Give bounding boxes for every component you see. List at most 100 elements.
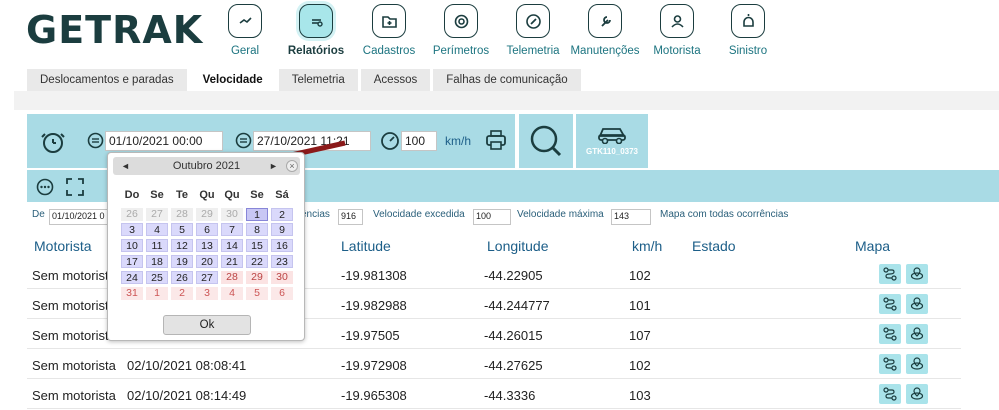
wrench-icon [588,4,622,38]
calendar-day[interactable]: 2 [171,287,193,300]
alarm-clock-icon[interactable] [40,130,66,159]
calendar-day[interactable]: 30 [271,271,293,284]
calendar-day[interactable]: 18 [146,255,168,268]
cell-motorista: Sem motorista [32,328,116,343]
weekday-header: Se [150,189,164,201]
expand-icon[interactable] [65,177,85,202]
calendar-day[interactable]: 30 [221,208,243,221]
tab-velocidade[interactable]: Velocidade [189,69,276,91]
prev-month-button[interactable]: ◄ [121,157,130,175]
calendar-day[interactable]: 6 [271,287,293,300]
weekday-header: Sá [275,189,289,201]
cell-motorista: Sem motorista [32,388,116,403]
nav-label: Perímetros [432,45,490,57]
calendar-day[interactable]: 22 [246,255,268,268]
route-map-button[interactable] [879,384,901,404]
calendar-day[interactable]: 3 [196,287,218,300]
speed-input[interactable]: 100 [401,131,437,151]
search-button[interactable] [519,114,573,168]
calendar-day[interactable]: 29 [196,208,218,221]
nav-sinistro[interactable]: Sinistro [703,4,793,57]
calendar-day[interactable]: 9 [271,223,293,236]
route-map-button[interactable] [879,294,901,314]
calendar-day[interactable]: 28 [221,271,243,284]
tab-acessos[interactable]: Acessos [360,69,431,91]
col-longitude[interactable]: Longitude [487,238,549,254]
weekday-header: Te [175,189,189,201]
calendar-day[interactable]: 20 [196,255,218,268]
tab-telemetria[interactable]: Telemetria [278,69,358,91]
cell-datetime: 02/10/2021 08:08:41 [127,358,247,373]
calendar-day[interactable]: 1 [146,287,168,300]
calendar-day[interactable]: 17 [121,255,143,268]
location-map-button[interactable] [906,294,928,314]
more-options-icon[interactable] [36,178,54,201]
map-icon [910,357,924,370]
col-mapa[interactable]: Mapa [855,238,890,254]
calendar-day[interactable]: 29 [246,271,268,284]
calendar-day[interactable]: 31 [121,287,143,300]
calendar-day[interactable]: 23 [271,255,293,268]
calendar-day[interactable]: 26 [171,271,193,284]
next-month-button[interactable]: ► [269,157,278,175]
calendar-day[interactable]: 27 [196,271,218,284]
calendar-from-icon[interactable] [87,132,104,154]
cell-longitude: -44.26015 [484,328,543,343]
datepicker-popup: ◄ Outubro 2021 ► × Do Se Te Qu Qu Se Sá 26 27 28 2… [107,152,305,341]
tab-falhas[interactable]: Falhas de comunicação [433,69,581,91]
calendar-day[interactable]: 27 [146,208,168,221]
calendar-day[interactable]: 12 [171,239,193,252]
location-map-button[interactable] [906,324,928,344]
calendar-day[interactable]: 15 [246,239,268,252]
getrak-logo[interactable]: GETRAK [26,8,203,52]
calendar-day[interactable]: 14 [221,239,243,252]
calendar-day[interactable]: 21 [221,255,243,268]
cell-kmh: 102 [629,358,651,373]
calendar-day[interactable]: 10 [121,239,143,252]
report-tabs: Deslocamentos e paradas Velocidade Telem… [27,69,581,91]
route-map-button[interactable] [879,324,901,344]
driver-icon [660,4,694,38]
location-map-button[interactable] [906,354,928,374]
nav-label: Sinistro [728,45,768,57]
location-map-button[interactable] [906,264,928,284]
perimeter-icon [444,4,478,38]
calendar-day[interactable]: 5 [246,287,268,300]
calendar-day[interactable]: 28 [171,208,193,221]
nav-label: Motorista [653,45,701,57]
calendar-day[interactable]: 11 [146,239,168,252]
weekday-header: Qu [224,189,240,201]
col-motorista[interactable]: Motorista [34,238,92,254]
calendar-day[interactable]: 25 [146,271,168,284]
tab-deslocamentos[interactable]: Deslocamentos e paradas [27,69,187,91]
calendar-day[interactable]: 1 [246,208,268,221]
calendar-day[interactable]: 3 [121,223,143,236]
calendar-day[interactable]: 7 [221,223,243,236]
search-icon [530,125,562,157]
calendar-day[interactable]: 4 [221,287,243,300]
cell-latitude: -19.982988 [341,298,407,313]
calendar-day[interactable]: 16 [271,239,293,252]
calendar-day[interactable]: 2 [271,208,293,221]
route-map-button[interactable] [879,264,901,284]
date-from-input[interactable]: 01/10/2021 00:00 [105,131,223,151]
calendar-day[interactable]: 4 [146,223,168,236]
cell-latitude: -19.97505 [341,328,400,343]
col-kmh[interactable]: km/h [632,238,662,254]
route-map-button[interactable] [879,354,901,374]
calendar-day[interactable]: 26 [121,208,143,221]
vehicle-button[interactable]: GTK110_0373 [576,114,648,168]
close-icon[interactable]: × [286,160,298,172]
calendar-day[interactable]: 6 [196,223,218,236]
calendar-day[interactable]: 13 [196,239,218,252]
calendar-day[interactable]: 24 [121,271,143,284]
location-map-button[interactable] [906,384,928,404]
calendar-day[interactable]: 19 [171,255,193,268]
calendar-day[interactable]: 8 [246,223,268,236]
ok-button[interactable]: Ok [163,315,251,335]
print-icon[interactable] [484,129,508,156]
col-latitude[interactable]: Latitude [341,238,391,254]
col-estado[interactable]: Estado [692,238,736,254]
calendar-day[interactable]: 5 [171,223,193,236]
mapa-todas-ocorrencias-link[interactable]: Mapa com todas ocorrências [660,209,788,220]
